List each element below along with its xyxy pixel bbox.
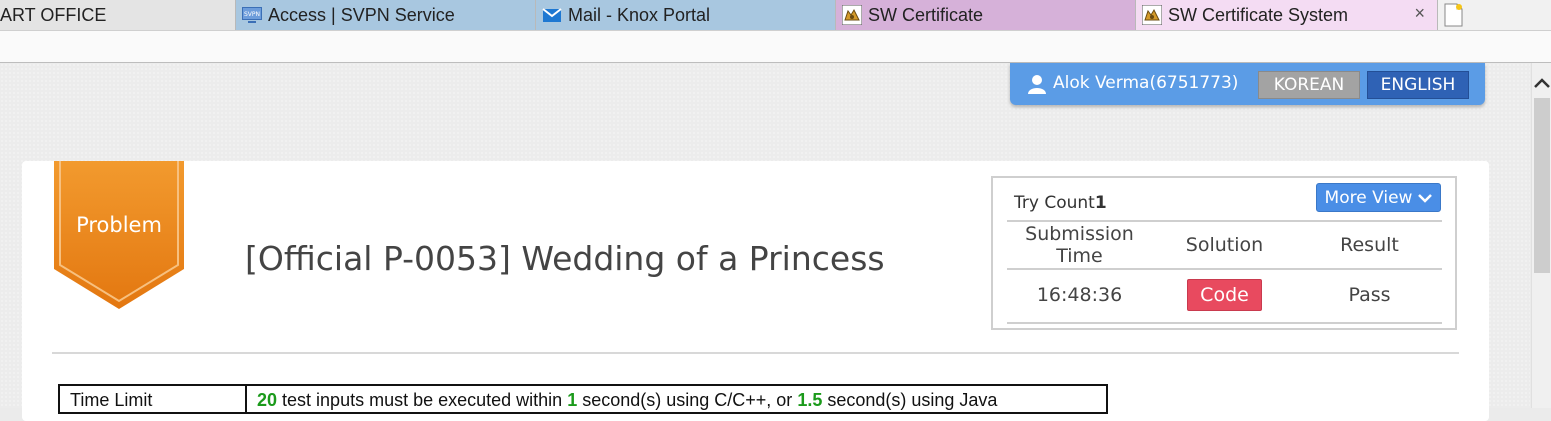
tab-mail-knox[interactable]: Mail - Knox Portal xyxy=(536,0,836,30)
java-seconds: 1.5 xyxy=(797,390,823,410)
tab-sw-certificate-system[interactable]: SW Certificate System × xyxy=(1136,0,1438,30)
try-count-label: Try Count xyxy=(1014,193,1095,213)
scroll-up-icon[interactable] xyxy=(1532,73,1551,93)
test-input-count: 20 xyxy=(257,390,278,410)
tab-label: ART OFFICE xyxy=(0,4,107,25)
mail-icon xyxy=(542,8,562,22)
try-count: Try Count1 xyxy=(1014,193,1107,213)
tab-art-office[interactable]: ART OFFICE xyxy=(0,0,236,30)
submission-time: 16:48:36 xyxy=(1036,284,1123,306)
page-content: Alok Verma(6751773) KOREAN ENGLISH Probl… xyxy=(0,63,1530,421)
user-bar: Alok Verma(6751773) KOREAN ENGLISH xyxy=(1010,63,1485,105)
user-icon xyxy=(1028,75,1046,94)
tomcat-icon xyxy=(842,5,862,25)
submission-history: Try Count1 More View Submission Time Sol… xyxy=(991,176,1457,330)
tab-label: Mail - Knox Portal xyxy=(568,4,711,25)
browser-toolbar xyxy=(0,31,1551,63)
code-button[interactable]: Code xyxy=(1187,279,1262,311)
browser-tab-bar: ART OFFICE SVPN Access | SVPN Service Ma… xyxy=(0,0,1551,31)
user-name: Alok Verma(6751773) xyxy=(1053,73,1239,93)
tomcat-icon xyxy=(1142,5,1162,25)
time-limit-text: second(s) using C/C++, or xyxy=(577,390,798,410)
vertical-scrollbar[interactable] xyxy=(1531,63,1551,408)
time-limit-label: Time Limit xyxy=(60,386,247,412)
new-tab-icon[interactable] xyxy=(1440,2,1466,28)
try-count-value: 1 xyxy=(1094,193,1107,213)
header-result: Result xyxy=(1340,234,1399,256)
tab-label: Access | SVPN Service xyxy=(268,4,455,25)
header-submission-time: Submission Time xyxy=(1025,223,1134,267)
header-solution: Solution xyxy=(1185,234,1264,256)
tab-sw-certificate[interactable]: SW Certificate xyxy=(836,0,1136,30)
problem-panel: Problem [Official P-0053] Wedding of a P… xyxy=(22,161,1489,421)
tab-svpn[interactable]: SVPN Access | SVPN Service xyxy=(236,0,536,30)
scrollbar-thumb[interactable] xyxy=(1534,98,1550,273)
svpn-icon-text: SVPN xyxy=(244,11,260,18)
submission-result: Pass xyxy=(1348,284,1391,306)
divider xyxy=(52,352,1459,354)
korean-button[interactable]: KOREAN xyxy=(1258,71,1360,99)
page-title: [Official P-0053] Wedding of a Princess xyxy=(245,239,885,278)
constraints-table: Time Limit 20 test inputs must be execut… xyxy=(58,384,1108,414)
chevron-down-icon xyxy=(1418,193,1433,203)
time-limit-text: second(s) using Java xyxy=(822,390,998,410)
close-tab-icon[interactable]: × xyxy=(1414,3,1425,24)
tab-label: SW Certificate System xyxy=(1168,4,1349,25)
more-view-label: More View xyxy=(1324,187,1413,208)
cpp-seconds: 1 xyxy=(567,390,578,410)
tab-label: SW Certificate xyxy=(868,4,984,25)
more-view-button[interactable]: More View xyxy=(1316,183,1441,212)
solution-cell: Code xyxy=(1152,268,1297,322)
table-row: 16:48:36 Code Pass xyxy=(1007,268,1442,324)
time-limit-text: test inputs must be executed within xyxy=(277,390,568,410)
submission-table-header: Submission Time Solution Result xyxy=(1007,220,1442,270)
problem-badge: Problem xyxy=(76,213,162,237)
english-button[interactable]: ENGLISH xyxy=(1367,71,1469,99)
svpn-icon: SVPN xyxy=(242,7,262,23)
